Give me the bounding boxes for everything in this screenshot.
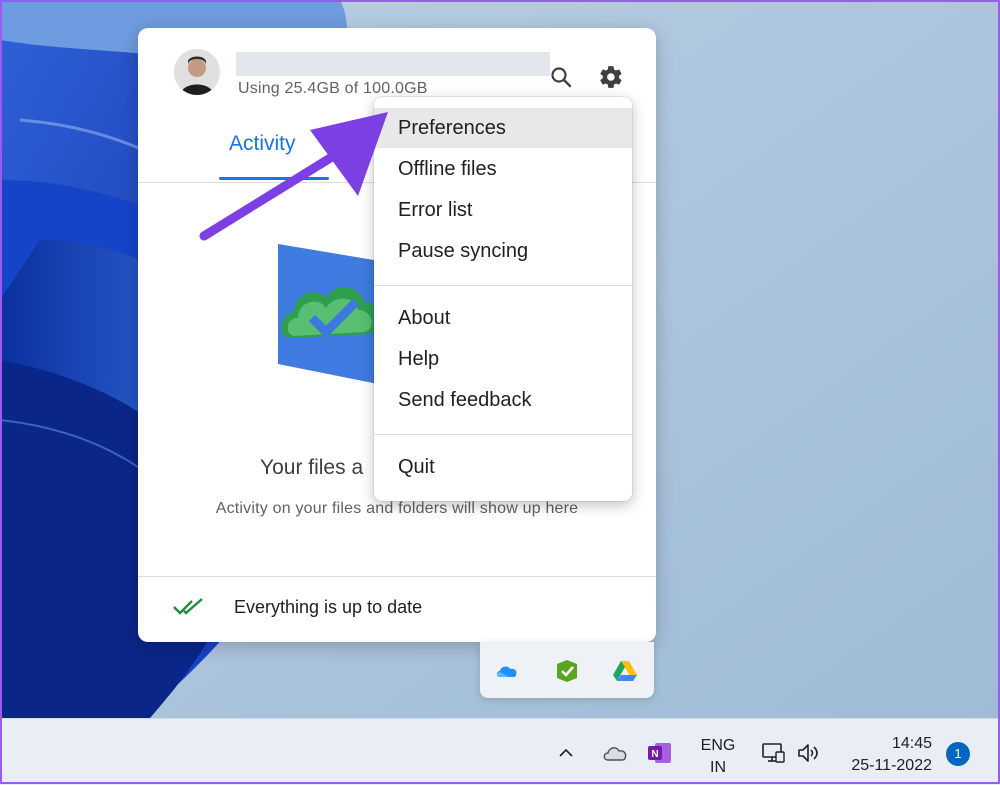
menu-item-pause-syncing[interactable]: Pause syncing (374, 231, 632, 271)
svg-text:N: N (651, 749, 658, 760)
notification-badge[interactable]: 1 (946, 742, 970, 766)
search-icon[interactable] (546, 62, 576, 92)
cloud-icon[interactable] (600, 739, 630, 767)
menu-item-error-list[interactable]: Error list (374, 190, 632, 230)
clock-date: 25-11-2022 (851, 757, 932, 774)
green-check-app-icon[interactable] (552, 656, 582, 686)
onenote-icon[interactable]: N (646, 739, 674, 767)
chevron-up-icon[interactable] (554, 741, 578, 765)
menu-separator (374, 285, 632, 286)
lang-line1: ENG (700, 737, 736, 754)
menu-item-help[interactable]: Help (374, 339, 632, 379)
menu-item-send-feedback[interactable]: Send feedback (374, 380, 632, 420)
menu-item-offline-files[interactable]: Offline files (374, 149, 632, 189)
menu-item-about[interactable]: About (374, 298, 632, 338)
google-drive-icon[interactable] (610, 656, 640, 686)
avatar[interactable] (174, 49, 220, 95)
clock-time: 14:45 (891, 735, 932, 752)
settings-context-menu: Preferences Offline files Error list Pau… (374, 97, 632, 501)
speaker-icon[interactable] (794, 739, 824, 767)
empty-state-title: Your files a (260, 456, 364, 479)
empty-state-description: Activity on your files and folders will … (215, 500, 579, 517)
gear-icon[interactable] (596, 62, 626, 92)
storage-quota-text: Using 25.4GB of 100.0GB (238, 80, 428, 97)
taskbar-clock[interactable]: 14:45 25-11-2022 (838, 733, 932, 777)
account-email-redacted (236, 52, 550, 76)
taskbar: N ENG IN 14:45 25-11-2022 1 (0, 718, 1000, 785)
menu-item-preferences[interactable]: Preferences (374, 108, 632, 148)
lang-line2: IN (710, 759, 726, 776)
double-check-icon (172, 596, 206, 623)
sync-status-text: Everything is up to date (234, 597, 423, 617)
tray-overflow-flyout (480, 642, 654, 698)
annotation-arrow (190, 100, 400, 255)
menu-separator (374, 434, 632, 435)
footer-divider (138, 576, 656, 577)
network-icon[interactable] (758, 739, 788, 767)
menu-item-quit[interactable]: Quit (374, 447, 632, 487)
onedrive-icon[interactable] (492, 656, 522, 686)
input-language[interactable]: ENG IN (700, 735, 736, 779)
